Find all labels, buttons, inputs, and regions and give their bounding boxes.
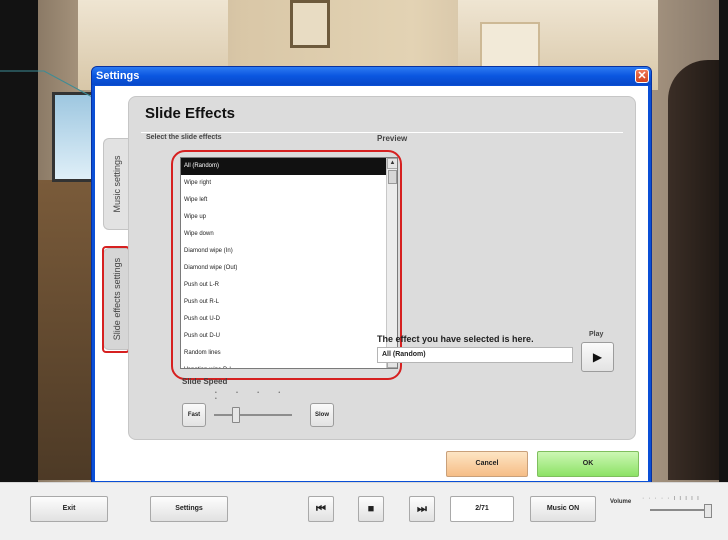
ok-button[interactable]: OK [537, 451, 639, 477]
select-effects-label: Select the slide effects [146, 134, 222, 141]
music-toggle-button[interactable]: Music ON [530, 496, 596, 522]
speed-fast-button[interactable]: Fast [182, 403, 206, 427]
stop-icon: ■ [367, 503, 375, 515]
close-icon[interactable]: ✕ [635, 69, 649, 83]
list-item[interactable]: Wipe down [181, 226, 387, 243]
volume-ticks: · · · · · ı ı ı ı ı [642, 495, 700, 502]
previous-button[interactable]: ⏮ [308, 496, 334, 522]
speed-slow-button[interactable]: Slow [310, 403, 334, 427]
play-button[interactable]: ▶ [581, 342, 614, 372]
speed-slider-track[interactable] [214, 414, 292, 416]
list-item[interactable]: Push out L-R [181, 277, 387, 294]
divider [141, 132, 623, 133]
tab-highlight-annotation [102, 246, 130, 353]
tab-music-settings[interactable]: Music settings [103, 138, 129, 230]
skip-next-icon: ⏭ [417, 503, 427, 515]
settings-dialog: Settings ✕ Music settings Slide effects … [91, 66, 652, 484]
dialog-client: Music settings Slide effects settings Sl… [95, 86, 648, 481]
selected-effect-field: All (Random) [377, 347, 573, 363]
list-item[interactable]: Diamond wipe (In) [181, 243, 387, 260]
shelf [38, 180, 98, 480]
preview-label: Preview [377, 134, 408, 143]
volume-slider-thumb[interactable] [704, 504, 712, 518]
list-item[interactable]: All (Random) [181, 158, 387, 175]
page-title: Slide Effects [145, 105, 236, 122]
effects-list[interactable]: All (Random) Wipe right Wipe left Wipe up Wi… [180, 157, 398, 369]
stop-button[interactable]: ■ [358, 496, 384, 522]
exit-button[interactable]: Exit [30, 496, 108, 522]
list-item[interactable]: Wipe left [181, 192, 387, 209]
list-item[interactable]: Push out R-L [181, 294, 387, 311]
list-item[interactable]: Wipe up [181, 209, 387, 226]
volume-slider-track[interactable] [650, 509, 712, 511]
slide-counter: 2/71 [450, 496, 514, 522]
speed-ticks: • • • • • [215, 390, 290, 402]
skip-previous-icon: ⏮ [316, 503, 326, 515]
list-item[interactable]: Venetian wipe D-L [181, 362, 387, 368]
speed-slider-thumb[interactable] [231, 407, 240, 423]
effects-list-items: All (Random) Wipe right Wipe left Wipe up Wi… [181, 158, 387, 368]
settings-button[interactable]: Settings [150, 496, 228, 522]
volume-label: Volume [610, 499, 632, 505]
tab-music-label: Music settings [111, 155, 122, 213]
cancel-button[interactable]: Cancel [446, 451, 528, 477]
list-item[interactable]: Push out U-D [181, 311, 387, 328]
dialog-titlebar[interactable]: Settings ✕ [92, 67, 651, 85]
player-control-bar: Exit Settings ⏮ ■ ⏭ 2/71 Music ON Volume… [0, 482, 728, 540]
scroll-up-icon[interactable]: ▲ [387, 158, 397, 169]
scroll-thumb[interactable] [388, 170, 397, 184]
slide-speed-label: Slide Speed [182, 377, 228, 386]
selected-effect-label: The effect you have selected is here. [377, 334, 534, 344]
play-icon: ▶ [592, 350, 603, 364]
list-item[interactable]: Diamond wipe (Out) [181, 260, 387, 277]
next-button[interactable]: ⏭ [409, 496, 435, 522]
slide-effects-panel: Slide Effects Select the slide effects P… [128, 96, 636, 440]
list-item[interactable]: Random lines [181, 345, 387, 362]
picture-frame [290, 0, 330, 48]
dialog-title: Settings [96, 70, 140, 82]
play-label: Play [589, 331, 604, 338]
letterbox-right [719, 0, 728, 482]
list-item[interactable]: Wipe right [181, 175, 387, 192]
person [668, 60, 719, 480]
list-item[interactable]: Push out D-U [181, 328, 387, 345]
